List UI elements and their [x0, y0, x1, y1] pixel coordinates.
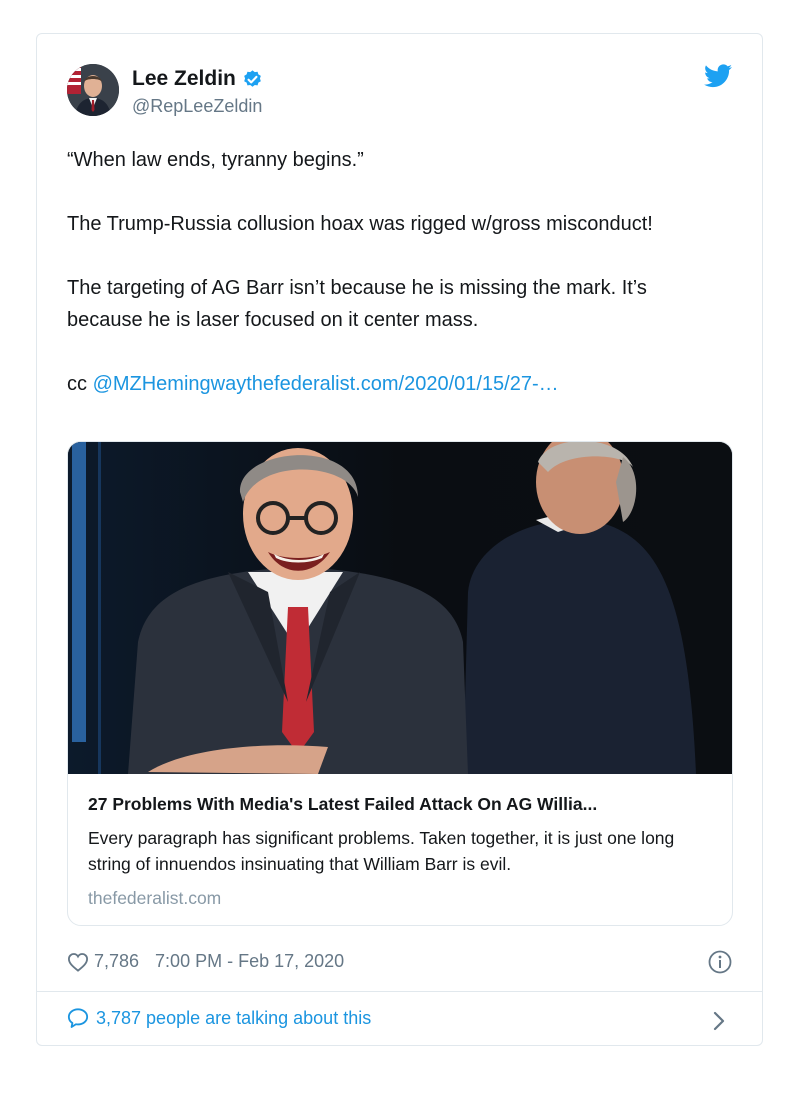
mention-link[interactable]: @MZHemingwaythefederalist.com/2020/01/15… — [93, 373, 559, 395]
divider — [37, 991, 762, 992]
like-count[interactable]: 7,786 — [94, 951, 139, 972]
cc-prefix: cc — [67, 373, 93, 395]
embedded-tweet-card: Lee Zeldin @RepLeeZeldin “When law ends,… — [36, 33, 763, 1046]
link-description: Every paragraph has significant problems… — [88, 828, 675, 874]
link-preview-image — [68, 442, 732, 774]
tweet-meta: 7,786 7:00 PM - Feb 17, 2020 — [67, 951, 344, 972]
tweet-line: The targeting of AG Barr isn’t because h… — [67, 277, 647, 331]
heart-icon[interactable] — [67, 952, 89, 972]
link-title[interactable]: 27 Problems With Media's Latest Failed A… — [88, 794, 713, 815]
verified-badge-icon — [244, 69, 261, 87]
conversation-link[interactable]: 3,787 people are talking about this — [67, 1007, 371, 1029]
talking-count-text[interactable]: 3,787 people are talking about this — [96, 1008, 371, 1029]
tweet-line: “When law ends, tyranny begins.” — [67, 149, 364, 171]
tweet-text: “When law ends, tyranny begins.” The Tru… — [67, 144, 727, 400]
tweet-cc-line: cc @MZHemingwaythefederalist.com/2020/01… — [67, 368, 727, 400]
author-handle[interactable]: @RepLeeZeldin — [132, 96, 262, 117]
link-domain: thefederalist.com — [88, 888, 222, 908]
author-name[interactable]: Lee Zeldin — [132, 67, 236, 91]
link-preview-card[interactable]: 27 Problems With Media's Latest Failed A… — [67, 441, 733, 926]
timestamp[interactable]: 7:00 PM - Feb 17, 2020 — [155, 951, 344, 972]
twitter-bird-icon[interactable] — [704, 64, 732, 88]
chevron-right-icon[interactable] — [712, 1010, 726, 1032]
avatar[interactable] — [67, 64, 119, 116]
tweet-line: The Trump-Russia collusion hoax was rigg… — [67, 213, 653, 235]
speech-bubble-icon — [67, 1008, 89, 1028]
info-icon[interactable] — [708, 950, 732, 974]
